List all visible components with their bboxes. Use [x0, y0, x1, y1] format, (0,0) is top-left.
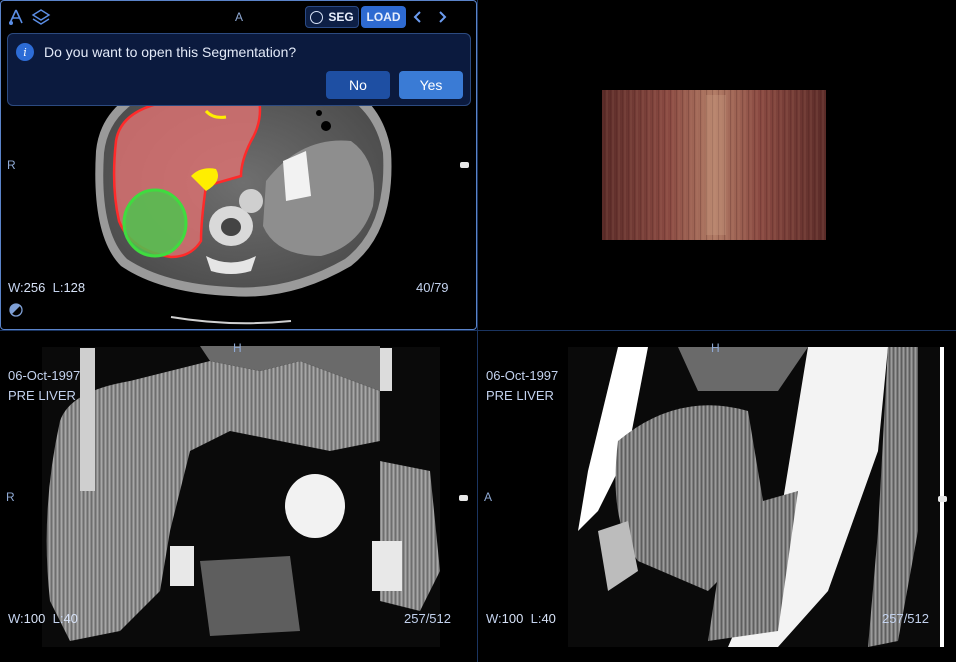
window-level-overlay: W:256 L:128: [8, 280, 85, 295]
viewport-coronal[interactable]: H R 06-Oct-1997 PRE LIVER W:100 L:40 257…: [0, 331, 477, 662]
slice-scroll-handle[interactable]: [938, 496, 947, 502]
orientation-marker-left: R: [7, 158, 16, 172]
seg-toggle-button[interactable]: SEG: [305, 6, 359, 28]
orientation-marker-left: R: [6, 490, 15, 504]
level-value: 40: [63, 611, 78, 626]
dialog-message: Do you want to open this Segmentation?: [44, 44, 297, 60]
chevron-right-icon[interactable]: [435, 9, 449, 25]
window-value: 100: [23, 611, 46, 626]
slice-index: 40/79: [416, 280, 449, 295]
level-label: L:: [530, 611, 542, 626]
volume-render-image: [602, 90, 826, 240]
orientation-marker-top: A: [235, 10, 244, 24]
contrast-icon[interactable]: [9, 303, 23, 317]
window-label: W:: [486, 611, 502, 626]
series-description: PRE LIVER: [8, 388, 76, 403]
chevron-left-icon[interactable]: [411, 9, 425, 25]
level-label: L:: [52, 280, 64, 295]
study-date: 06-Oct-1997: [486, 368, 559, 383]
window-label: W:: [8, 280, 24, 295]
slice-scroll-handle[interactable]: [459, 495, 468, 501]
seg-circle-icon: [310, 10, 324, 24]
seg-label: SEG: [328, 10, 354, 24]
series-description: PRE LIVER: [486, 388, 554, 403]
orientation-marker-top: H: [711, 341, 720, 355]
layers-icon[interactable]: [31, 8, 51, 26]
study-date: 06-Oct-1997: [8, 368, 81, 383]
viewport-3d[interactable]: [478, 0, 956, 330]
level-label: L:: [52, 611, 64, 626]
level-value: 40: [541, 611, 556, 626]
info-icon: i: [16, 43, 34, 61]
slice-index: 257/512: [404, 611, 451, 626]
orientation-marker-left: A: [484, 490, 493, 504]
window-level-overlay: W:100 L:40: [486, 611, 556, 626]
window-value: 100: [501, 611, 524, 626]
level-value: 128: [63, 280, 86, 295]
open-segmentation-dialog: i Do you want to open this Segmentation?…: [7, 33, 471, 106]
viewport-toolbar: A SEG LOAD: [5, 6, 472, 28]
load-button[interactable]: LOAD: [361, 6, 406, 28]
slice-scroll-handle[interactable]: [460, 162, 469, 168]
slice-index: 257/512: [882, 611, 929, 626]
viewport-logo-icon[interactable]: [7, 8, 25, 26]
orientation-marker-top: H: [233, 341, 242, 355]
yes-button[interactable]: Yes: [399, 71, 463, 99]
viewport-axial[interactable]: A SEG LOAD i Do you want to open this Se…: [0, 0, 477, 330]
window-value: 256: [23, 280, 46, 295]
viewport-sagittal[interactable]: H A 06-Oct-1997 PRE LIVER W:100 L:40 257…: [478, 331, 956, 662]
window-label: W:: [8, 611, 24, 626]
window-level-overlay: W:100 L:40: [8, 611, 78, 626]
no-button[interactable]: No: [326, 71, 390, 99]
